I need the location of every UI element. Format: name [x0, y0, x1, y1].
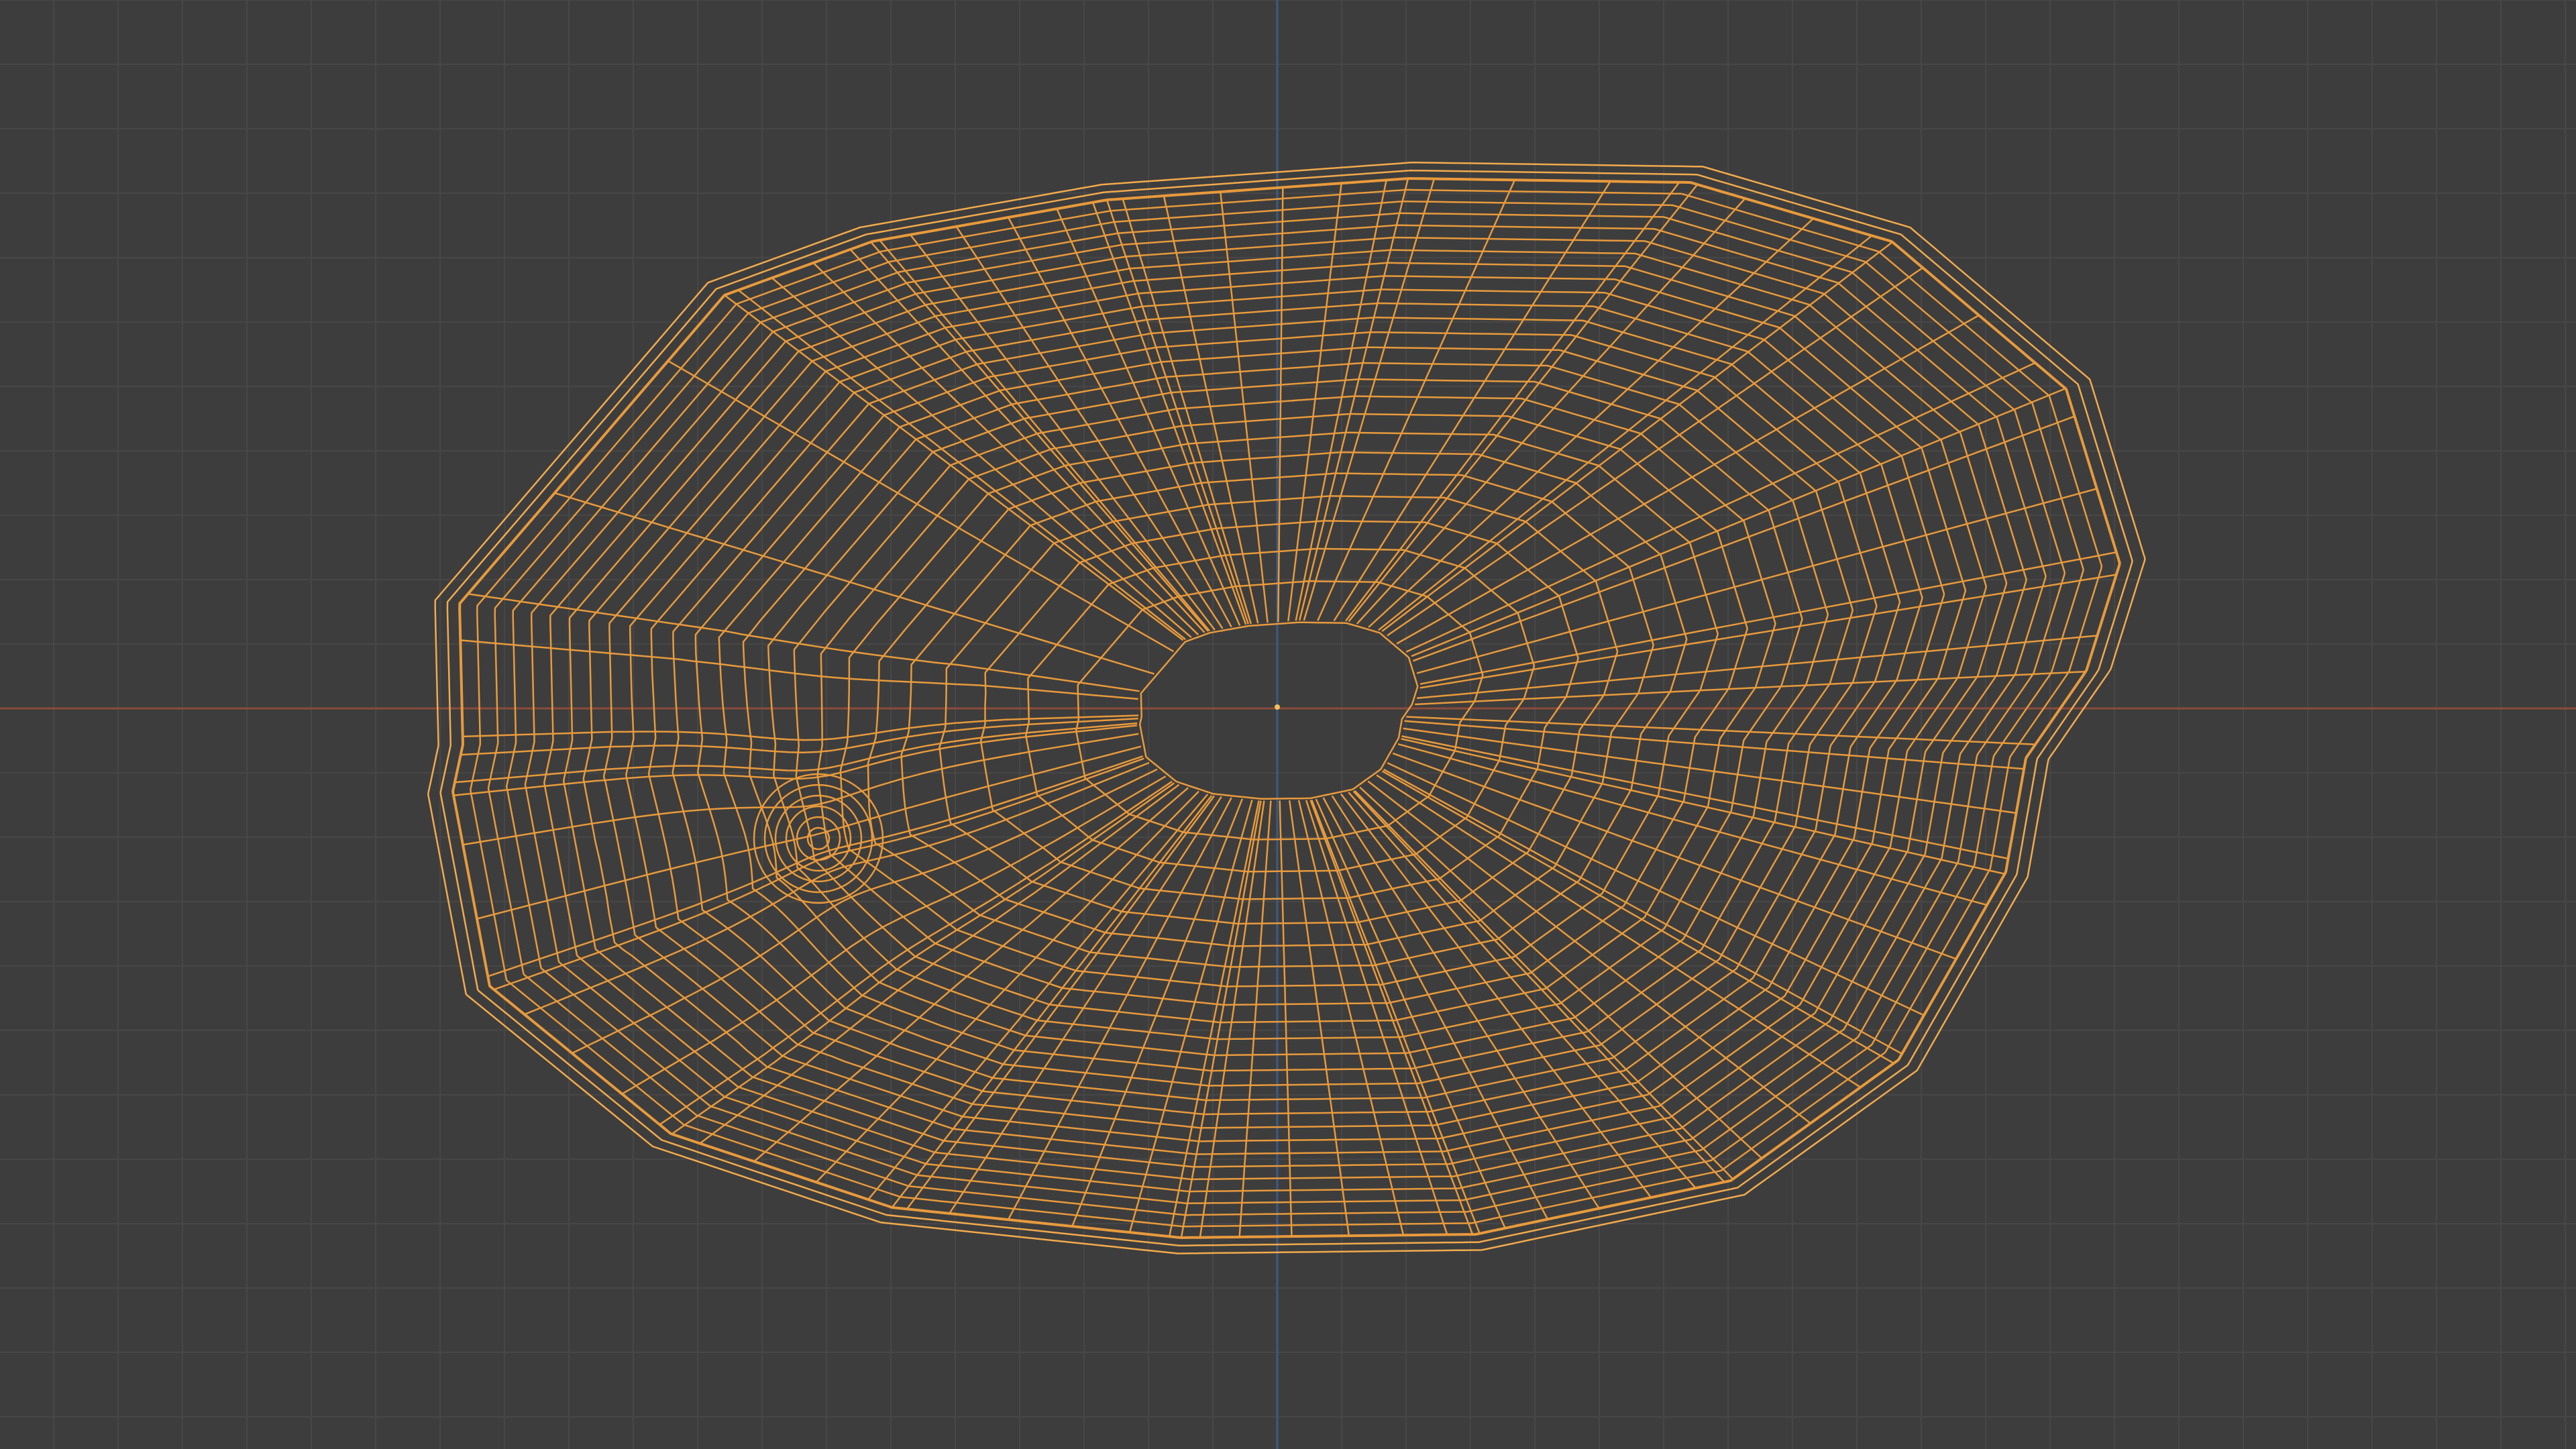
- mesh-edge-spoke: [1419, 574, 2117, 689]
- mesh-edge-spoke: [1401, 738, 2005, 875]
- mesh-edge-spoke: [879, 239, 1211, 632]
- mesh-edge-spoke: [460, 639, 1138, 700]
- mesh-edge-spoke: [1279, 800, 1293, 1237]
- 3d-viewport[interactable]: [0, 0, 2576, 1449]
- mesh-edge-spoke: [1297, 800, 1405, 1236]
- mesh-edge-spoke: [1322, 797, 1549, 1220]
- mesh-edge-spoke: [906, 795, 1216, 1210]
- mesh-edge-spoke: [460, 717, 1138, 756]
- mesh-pore-loop: [774, 794, 863, 883]
- mesh-edge-spoke: [1354, 790, 1734, 1180]
- object-origin-point[interactable]: [1275, 704, 1280, 710]
- mesh-edge-spoke: [1303, 178, 1436, 621]
- mesh-edge-spoke: [1404, 720, 2025, 770]
- mesh-edge-spoke: [1122, 198, 1252, 625]
- mesh-edge-spoke: [1007, 797, 1232, 1220]
- mesh-edge-spoke: [1406, 716, 2036, 745]
- viewport-grid: [0, 0, 2576, 1449]
- mesh-edge-spoke: [1376, 774, 1862, 1088]
- mesh-edge-spoke: [737, 289, 1186, 641]
- mesh-edge-spoke: [671, 782, 1175, 1135]
- mesh-edge-spoke: [1288, 800, 1350, 1236]
- mesh-edge-spoke: [1071, 798, 1244, 1227]
- mesh-edge-spoke: [1368, 217, 1814, 628]
- mesh-edge-spoke: [1345, 182, 1680, 622]
- mesh-edge-spoke: [891, 795, 1213, 1208]
- mesh-edge-spoke: [1309, 800, 1474, 1235]
- mesh-edge-spoke: [493, 757, 1144, 991]
- mesh-edge-spoke: [1411, 387, 2066, 657]
- mesh-edge-spoke: [724, 294, 1184, 641]
- mesh-edge-spoke: [1352, 790, 1725, 1183]
- grid-lines: [0, 0, 2576, 1449]
- mesh-edge-spoke: [1277, 187, 1284, 623]
- viewport-canvas[interactable]: [0, 0, 2576, 1449]
- mesh-pore-loop: [753, 773, 884, 904]
- mesh-pore-loop: [763, 784, 873, 894]
